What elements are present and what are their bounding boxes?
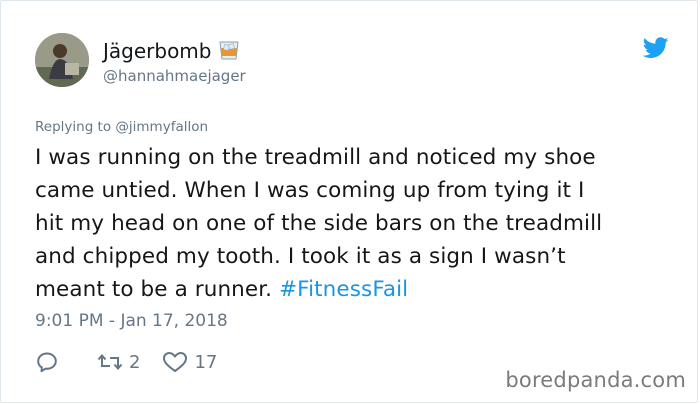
boredpanda-watermark: boredpanda.com [505, 368, 686, 392]
tweet-timestamp[interactable]: 9:01 PM - Jan 17, 2018 [35, 311, 228, 331]
twitter-bird-icon[interactable] [642, 37, 669, 63]
tweet-actions: 2 17 [35, 347, 237, 377]
tweet-text: I was running on the treadmill and notic… [35, 141, 675, 306]
tweet-text-line: came untied. When I was coming up from t… [35, 178, 585, 203]
reply-mention-link[interactable]: @jimmyfallon [115, 119, 208, 135]
tweet-text-last-line: meant to be a runner. #FitnessFail [35, 273, 675, 306]
retweet-count: 2 [129, 351, 141, 373]
tweet-text-line: and chipped my tooth. I took it as a sig… [35, 244, 566, 269]
tweet-text-line: hit my head on one of the side bars on t… [35, 211, 603, 236]
tweet-text-line: I was running on the treadmill and notic… [35, 145, 596, 170]
tweet-card: Jägerbomb @hannahmaejager Replying to @j… [0, 0, 698, 403]
retweet-icon [97, 350, 123, 374]
display-name[interactable]: Jägerbomb [103, 39, 240, 66]
reply-button[interactable] [35, 350, 59, 374]
tumbler-glass-icon [218, 39, 240, 66]
retweet-button[interactable]: 2 [97, 350, 140, 374]
display-name-text: Jägerbomb [103, 39, 212, 63]
reply-icon [35, 350, 59, 374]
replying-to-line: Replying to @jimmyfallon [35, 119, 208, 135]
heart-icon [162, 350, 188, 374]
hashtag-link[interactable]: #FitnessFail [279, 277, 408, 302]
user-handle[interactable]: @hannahmaejager [103, 67, 246, 85]
tweet-text-line: meant to be a runner. [35, 277, 273, 302]
like-count: 17 [194, 351, 218, 373]
replying-to-label: Replying to [35, 119, 112, 135]
avatar[interactable] [35, 33, 89, 87]
like-button[interactable]: 17 [162, 350, 217, 374]
